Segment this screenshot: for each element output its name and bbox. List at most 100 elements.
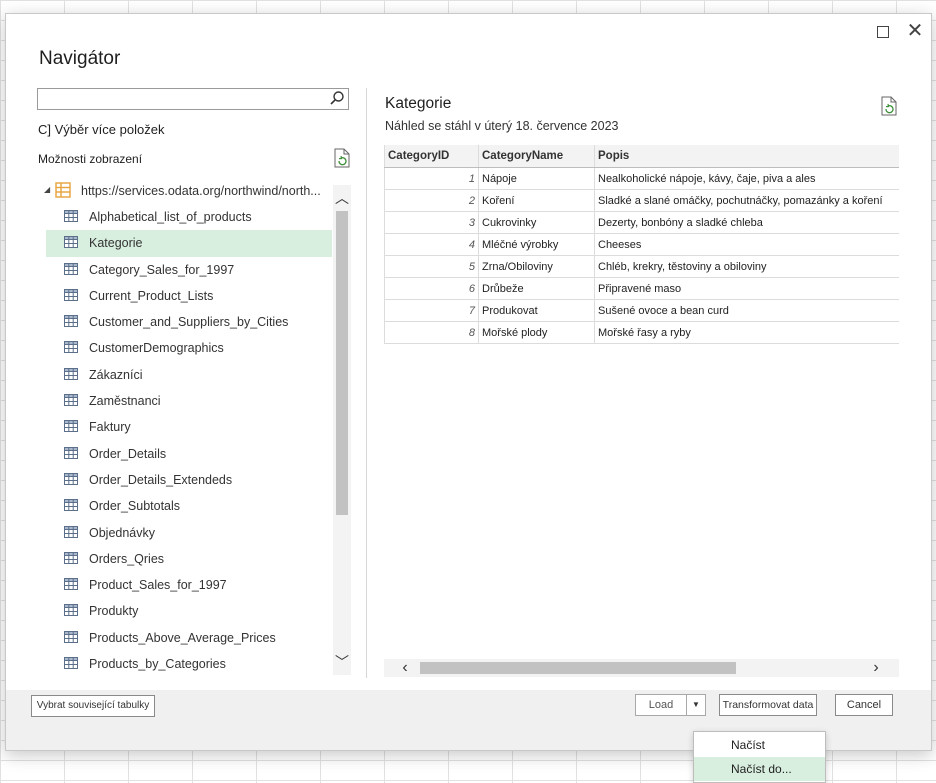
table-row: 5 Zrna/Obiloviny Chléb, krekry, těstoviny… (384, 255, 899, 278)
tree-item[interactable]: Kategorie (46, 230, 332, 257)
tree-item-label: Objednávky (89, 525, 156, 540)
tree-item-label: Customer_and_Suppliers_by_Cities (89, 315, 289, 330)
transform-data-button[interactable]: Transformovat data (719, 694, 817, 716)
table-cell: Chléb, krekry, těstoviny a obiloviny (594, 255, 899, 278)
table-icon (64, 525, 78, 538)
column-header[interactable]: CategoryID (384, 145, 479, 168)
table-cell: Sušené ovoce a bean curd (594, 299, 899, 322)
column-header[interactable]: CategoryName (478, 145, 595, 168)
maximize-button[interactable] (872, 20, 894, 42)
table-cell: 2 (384, 189, 479, 212)
collapse-arrow-icon[interactable]: ◢ (44, 185, 50, 194)
table-icon (64, 236, 78, 249)
table-cell: Produkovat (478, 299, 595, 322)
table-cell: 3 (384, 211, 479, 234)
table-icon (64, 210, 78, 222)
tree-item[interactable]: Products_by_Categories (46, 651, 332, 677)
refresh-icon[interactable] (333, 148, 351, 168)
tree-item[interactable]: Order_Subtotals (46, 493, 332, 519)
select-related-tables-button[interactable]: Vybrat související tabulky (31, 695, 155, 717)
tree-item-label: Product_Sales_for_1997 (89, 578, 227, 593)
tree-item[interactable]: Zákazníci (46, 362, 332, 388)
scroll-thumb[interactable] (336, 211, 348, 515)
table-icon (64, 288, 78, 301)
load-button[interactable]: Load (635, 694, 687, 716)
table-cell: 4 (384, 233, 479, 256)
table-icon (64, 472, 78, 485)
tree-item-label: Zaměstnanci (89, 394, 161, 409)
navigator-dialog: ✕ Navigátor C] Výběr více položek Možnos… (5, 13, 932, 751)
tree-item-label: Faktury (89, 420, 131, 435)
pane-splitter[interactable] (366, 88, 367, 678)
hscroll-thumb[interactable] (420, 662, 736, 674)
tree-item[interactable]: Customer_and_Suppliers_by_Cities (46, 309, 332, 335)
cancel-button[interactable]: Cancel (835, 694, 893, 716)
table-row: 2 Koření Sladké a slané omáčky, pochutnáčk… (384, 189, 899, 212)
tree-scrollbar[interactable]: ︿ ﹀ (333, 185, 351, 675)
display-options-dropdown[interactable]: Možnosti zobrazení (38, 152, 142, 166)
menu-item-load-to[interactable]: Načíst do... (694, 757, 825, 781)
chevron-down-icon: ▼ (692, 700, 700, 709)
tree-item-label: Orders_Qries (89, 551, 165, 566)
table-cell: Mořské řasy a ryby (594, 321, 899, 344)
tree-item[interactable]: Current_Product_Lists (46, 283, 332, 309)
tree-item[interactable]: Product_Sales_for_1997 (46, 572, 332, 598)
refresh-preview-icon[interactable] (880, 96, 898, 116)
tree-item-label: CustomerDemographics (89, 341, 224, 356)
table-header: CategoryID CategoryName Popis (384, 145, 899, 168)
table-row: 7 Produkovat Sušené ovoce a bean curd (384, 299, 899, 322)
close-button[interactable]: ✕ (904, 20, 926, 42)
table-cell: Nápoje (478, 167, 595, 190)
tree-item[interactable]: Order_Details (46, 441, 332, 467)
database-icon (55, 182, 71, 198)
table-cell: Připravené maso (594, 277, 899, 300)
column-header[interactable]: Popis (594, 145, 899, 168)
preview-title: Kategorie (385, 95, 452, 112)
tree-item-label: Zákazníci (89, 367, 143, 382)
table-row: 8 Mořské plody Mořské řasy a ryby (384, 321, 899, 344)
table-cell: 6 (384, 277, 479, 300)
tree-root-node[interactable]: ◢ https://services.odata.org/northwind/n… (40, 181, 332, 201)
tree-item[interactable]: Order_Details_Extendeds (46, 467, 332, 493)
table-icon (64, 315, 78, 328)
search-input[interactable] (37, 88, 349, 110)
table-icon (64, 604, 78, 617)
tree-item[interactable]: Products_Above_Average_Prices (46, 625, 332, 651)
tree-item[interactable]: CustomerDemographics (46, 335, 332, 361)
tree-item-label: Kategorie (89, 236, 143, 251)
preview-table: CategoryID CategoryName Popis 1 Nápoje Nealk… (384, 145, 899, 665)
tree-item-label: Products_by_Categories (89, 657, 226, 672)
table-icon (64, 499, 78, 512)
menu-item-load[interactable]: Načíst (694, 733, 825, 757)
tree-item-label: Products_Above_Average_Prices (89, 630, 276, 645)
scroll-up-icon[interactable]: ︿ (335, 191, 349, 205)
tree-item[interactable]: Orders_Qries (46, 546, 332, 572)
dialog-title: Navigátor (39, 48, 121, 69)
select-multiple-checkbox[interactable]: C] Výběr více položek (38, 122, 164, 137)
tree-item[interactable]: Faktury (46, 414, 332, 440)
preview-hscrollbar[interactable]: ‹ › (384, 659, 899, 677)
tree-item-label: Alphabetical_list_of_products (89, 210, 252, 224)
tree-item[interactable]: Produkty (46, 598, 332, 624)
tree-item-label: Order_Details (89, 446, 167, 461)
table-icon (64, 446, 78, 459)
tree-item-label: Category_Sales_for_1997 (89, 262, 235, 277)
table-cell: 1 (384, 167, 479, 190)
table-cell: 5 (384, 255, 479, 278)
load-menu: Načíst Načíst do... (693, 731, 826, 783)
table-icon (64, 420, 78, 433)
table-icon (64, 551, 78, 564)
tree-item-label: Order_Subtotals (89, 499, 181, 514)
scroll-down-icon[interactable]: ﹀ (335, 655, 349, 669)
scroll-left-icon[interactable]: ‹ (396, 659, 414, 677)
tree-item-label: Order_Details_Extendeds (89, 472, 233, 487)
tree-item[interactable]: Zaměstnanci (46, 388, 332, 414)
table-cell: Drůbeže (478, 277, 595, 300)
load-dropdown-button[interactable]: ▼ (686, 694, 706, 716)
table-cell: 7 (384, 299, 479, 322)
tree-item[interactable]: Alphabetical_list_of_products (46, 204, 332, 230)
search-icon[interactable] (329, 90, 345, 106)
scroll-right-icon[interactable]: › (867, 659, 885, 677)
tree-item[interactable]: Category_Sales_for_1997 (46, 257, 332, 283)
tree-item[interactable]: Objednávky (46, 520, 332, 546)
